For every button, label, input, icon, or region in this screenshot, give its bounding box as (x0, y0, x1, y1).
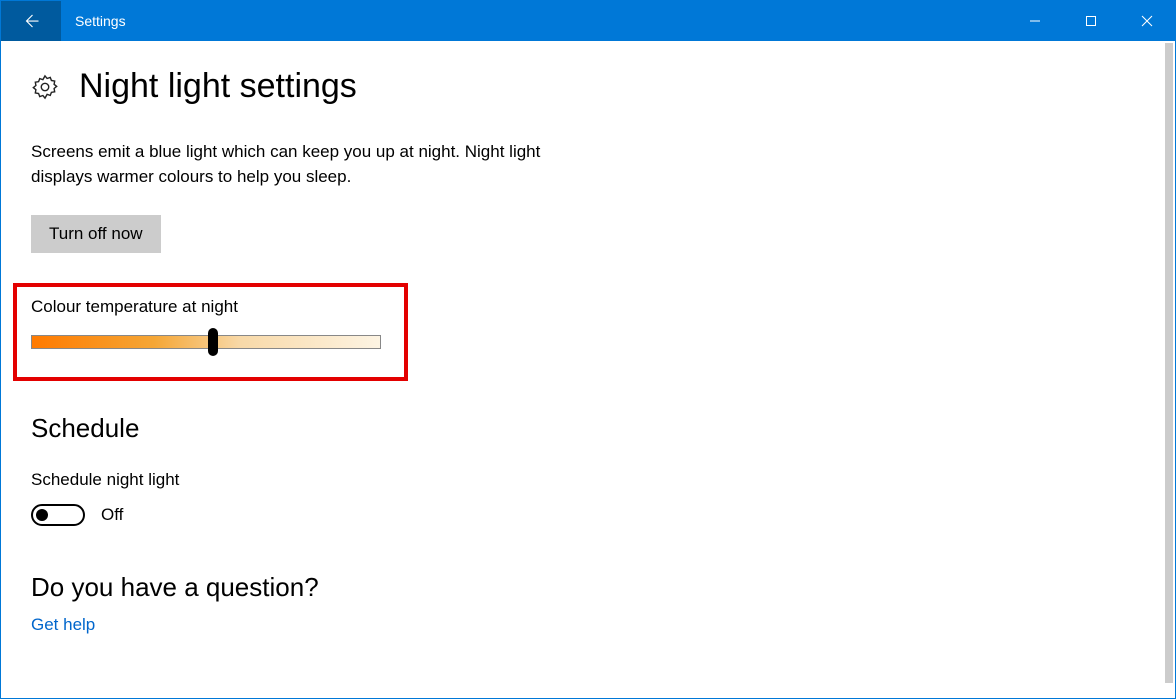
back-button[interactable] (1, 1, 61, 41)
colour-temperature-highlight: Colour temperature at night (13, 283, 408, 381)
get-help-link[interactable]: Get help (31, 615, 1145, 635)
gear-icon (31, 73, 59, 101)
minimize-icon (1029, 15, 1041, 27)
content-area: Night light settings Screens emit a blue… (1, 41, 1175, 635)
minimize-button[interactable] (1007, 1, 1063, 41)
schedule-toggle-state: Off (101, 505, 123, 525)
maximize-button[interactable] (1063, 1, 1119, 41)
turn-off-button[interactable]: Turn off now (31, 215, 161, 253)
window-title: Settings (61, 1, 1007, 41)
window-controls (1007, 1, 1175, 41)
page-header: Night light settings (31, 67, 1145, 106)
toggle-knob (36, 509, 48, 521)
back-arrow-icon (22, 12, 40, 30)
schedule-toggle-label: Schedule night light (31, 470, 1145, 490)
schedule-toggle[interactable] (31, 504, 85, 526)
page-title: Night light settings (79, 67, 357, 106)
maximize-icon (1085, 15, 1097, 27)
page-description: Screens emit a blue light which can keep… (31, 140, 591, 189)
schedule-heading: Schedule (31, 413, 1145, 444)
colour-temperature-slider[interactable] (31, 335, 381, 349)
vertical-scrollbar[interactable] (1165, 43, 1173, 683)
schedule-toggle-row: Off (31, 504, 1145, 526)
close-icon (1141, 15, 1153, 27)
slider-thumb[interactable] (208, 328, 218, 356)
close-button[interactable] (1119, 1, 1175, 41)
title-bar: Settings (1, 1, 1175, 41)
question-heading: Do you have a question? (31, 572, 1145, 603)
slider-label: Colour temperature at night (31, 297, 390, 317)
